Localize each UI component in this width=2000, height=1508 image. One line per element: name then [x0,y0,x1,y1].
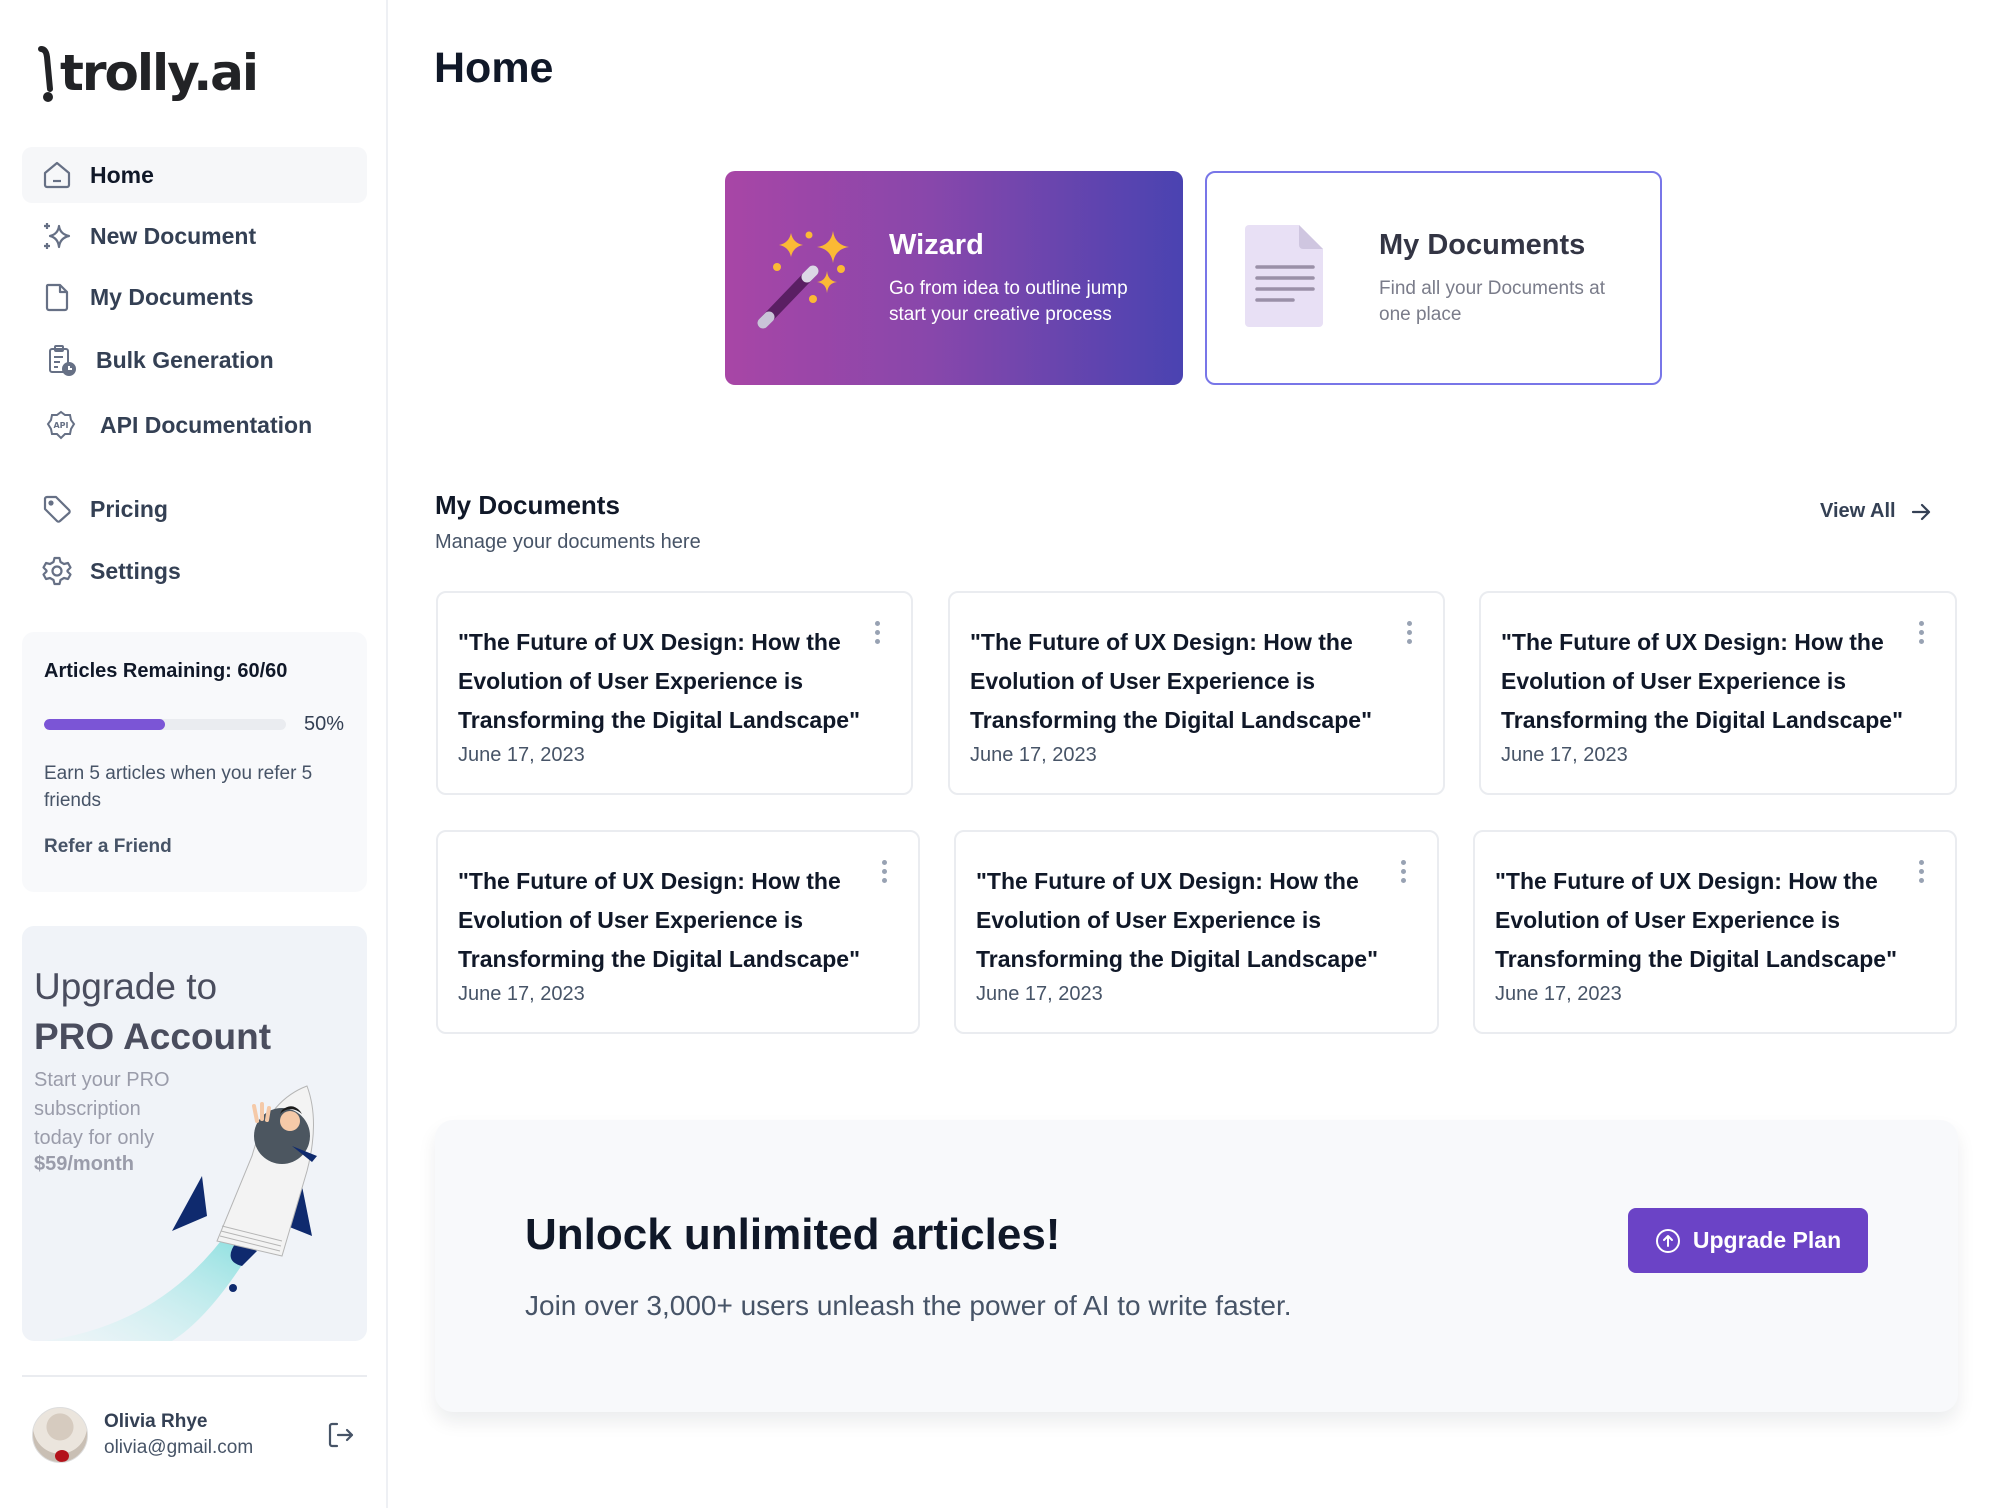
rocket-illustration [42,1085,317,1341]
document-date: June 17, 2023 [976,983,1103,1005]
document-card[interactable]: "The Future of UX Design: How the Evolut… [436,591,913,795]
document-date: June 17, 2023 [458,744,585,766]
logout-icon[interactable] [326,1420,356,1450]
document-date: June 17, 2023 [970,744,1097,766]
tag-icon [40,492,74,526]
my-documents-card-title: My Documents [1379,228,1586,261]
articles-remaining-title: Articles Remaining: 60/60 [44,660,288,682]
document-icon [1245,225,1323,327]
upgrade-pro-card[interactable]: Upgrade to PRO Account Start your PRO su… [22,926,367,1341]
more-options-icon[interactable] [1915,860,1927,888]
my-documents-card[interactable]: My Documents Find all your Documents at … [1205,171,1662,385]
articles-progress-fill [44,719,165,730]
more-options-icon[interactable] [871,621,883,649]
document-card[interactable]: "The Future of UX Design: How the Evolut… [436,830,920,1034]
document-title: "The Future of UX Design: How the Evolut… [458,868,860,972]
document-title: "The Future of UX Design: How the Evolut… [458,629,860,733]
sidebar-item-api-documentation[interactable]: API API Documentation [22,397,367,453]
wizard-card[interactable]: Wizard Go from idea to outline jump star… [725,171,1183,385]
articles-remaining-card: Articles Remaining: 60/60 50% Earn 5 art… [22,632,367,892]
clipboard-clock-icon [44,343,78,377]
document-title: "The Future of UX Design: How the Evolut… [1495,868,1897,972]
file-icon [40,280,74,314]
document-title: "The Future of UX Design: How the Evolut… [970,629,1372,733]
sidebar: trolly.ai Home New Document My Documents… [0,0,388,1508]
articles-progress-label: 50% [304,713,345,735]
document-title: "The Future of UX Design: How the Evolut… [976,868,1378,972]
more-options-icon[interactable] [1397,860,1409,888]
upgrade-banner: Unlock unlimited articles! Join over 3,0… [435,1120,1958,1412]
document-date: June 17, 2023 [458,983,585,1005]
banner-subtitle: Join over 3,000+ users unleash the power… [525,1290,1292,1321]
user-email: olivia@gmail.com [104,1437,254,1458]
document-title: "The Future of UX Design: How the Evolut… [1501,629,1903,733]
upgrade-heading-line2: PRO Account [34,1016,272,1057]
svg-text:API: API [53,421,68,430]
api-badge-icon: API [44,408,78,442]
arrow-right-icon [1911,503,1930,520]
more-options-icon[interactable] [1403,621,1415,649]
sparkle-icon [40,219,74,253]
cart-logo-icon [38,46,53,102]
sidebar-item-bulk-generation[interactable]: Bulk Generation [22,332,367,388]
upgrade-plan-label: Upgrade Plan [1692,1227,1842,1253]
view-all-label: View All [1820,500,1896,522]
document-date: June 17, 2023 [1495,983,1622,1005]
wizard-description: Go from idea to outline jump start your … [889,277,1128,325]
documents-section-subtitle: Manage your documents here [435,531,701,553]
document-date: June 17, 2023 [1501,744,1628,766]
upgrade-plan-button[interactable]: Upgrade Plan [1628,1208,1868,1273]
my-documents-card-description: Find all your Documents at one place [1379,277,1605,325]
document-card[interactable]: "The Future of UX Design: How the Evolut… [948,591,1445,795]
sidebar-item-settings[interactable]: Settings [22,543,367,599]
magic-wand-icon [757,231,849,329]
document-card[interactable]: "The Future of UX Design: How the Evolut… [1479,591,1957,795]
sidebar-item-new-document[interactable]: New Document [22,208,367,264]
sidebar-item-pricing[interactable]: Pricing [22,481,367,537]
avatar[interactable] [32,1407,88,1463]
sidebar-item-home[interactable]: Home [22,147,367,203]
upgrade-heading-line1: Upgrade to [34,966,218,1007]
gear-icon [40,554,74,588]
more-options-icon[interactable] [878,860,890,888]
view-all-link[interactable]: View All [1820,500,1932,523]
user-name: Olivia Rhye [104,1411,208,1432]
document-card[interactable]: "The Future of UX Design: How the Evolut… [954,830,1439,1034]
documents-section-title: My Documents [435,490,620,520]
articles-progress-bar [44,719,286,730]
more-options-icon[interactable] [1915,621,1927,649]
referral-description: Earn 5 articles when you refer 5 friends [44,763,313,811]
arrow-up-circle-icon [1655,1228,1680,1253]
banner-title: Unlock unlimited articles! [525,1210,1061,1259]
refer-friend-link[interactable]: Refer a Friend [44,836,172,858]
home-icon [40,158,74,192]
page-title: Home [434,44,554,92]
wizard-title: Wizard [889,228,984,261]
brand-name: trolly.ai [60,44,259,102]
sidebar-divider [22,1375,367,1377]
logo[interactable]: trolly.ai [38,40,259,106]
document-card[interactable]: "The Future of UX Design: How the Evolut… [1473,830,1957,1034]
user-profile: Olivia Rhye olivia@gmail.com [32,1406,362,1464]
sidebar-item-my-documents[interactable]: My Documents [22,269,367,325]
